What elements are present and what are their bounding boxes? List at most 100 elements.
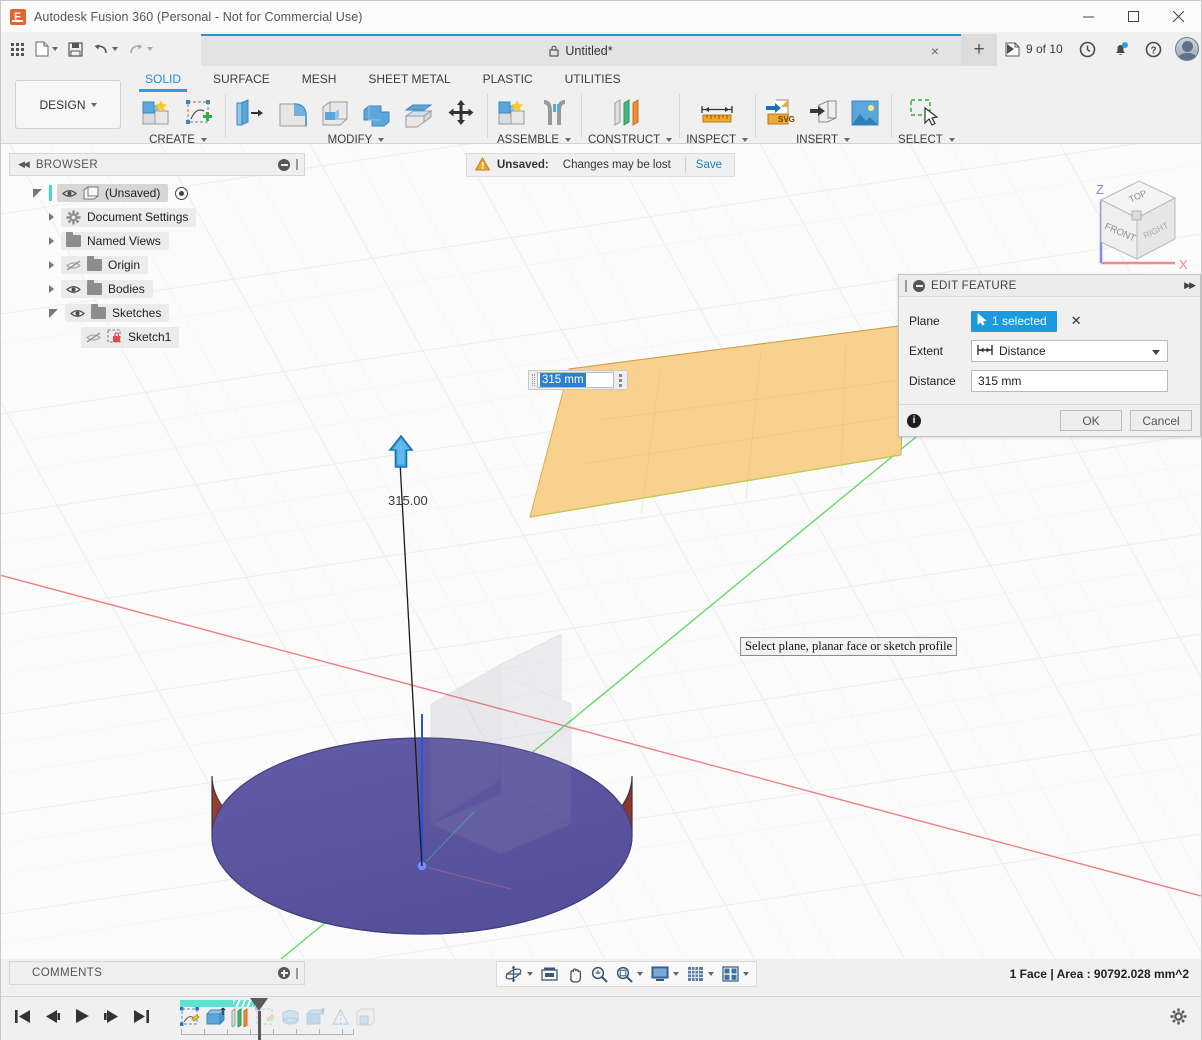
ribbon-tab-mesh[interactable]: MESH [286,68,353,91]
timeline-sketch-icon[interactable] [179,1007,201,1028]
visibility-eye-off-icon[interactable] [86,332,101,343]
display-settings-icon[interactable] [648,962,682,986]
expand-right-icon[interactable]: ▶▶ [1184,280,1194,291]
expander-open-icon[interactable] [33,189,42,198]
chevron-down-icon[interactable] [201,138,207,142]
circle-minus-icon[interactable] [913,280,925,292]
viewports-icon[interactable] [719,962,752,986]
visibility-eye-off-icon[interactable] [66,260,81,271]
fillet-icon[interactable] [274,94,312,132]
tree-item-document-settings[interactable]: Document Settings [9,205,305,229]
info-icon[interactable]: i [907,414,921,428]
tree-item-bodies[interactable]: Bodies [9,277,305,301]
chevron-down-icon[interactable] [666,138,672,142]
ribbon-tab-surface[interactable]: SURFACE [197,68,286,91]
timeline-plane-icon[interactable] [229,1007,251,1028]
go-to-end-icon[interactable] [133,1009,150,1029]
joint-icon[interactable] [536,94,574,132]
ok-button[interactable]: OK [1060,410,1122,431]
chevron-down-icon[interactable] [743,972,749,976]
measure-icon[interactable] [698,94,736,132]
tree-item-unsaved[interactable]: (Unsaved) [9,181,305,205]
document-tab-untitled[interactable]: Untitled* × [201,34,961,66]
expander-open-icon[interactable] [49,309,58,318]
document-tab-close-icon[interactable]: × [931,44,939,58]
orbit-icon[interactable] [501,962,536,986]
dialog-grip-icon[interactable] [905,280,907,292]
drag-arrow-up-icon[interactable] [387,435,415,471]
chevron-down-icon[interactable] [637,972,643,976]
view-cube[interactable]: Z X TOP FRONT RIGHT [1083,167,1195,273]
grid-snaps-icon[interactable] [684,962,717,986]
expander-closed-icon[interactable] [49,285,54,293]
timeline-shell-icon[interactable] [354,1007,376,1028]
visibility-eye-icon[interactable] [70,308,85,319]
go-to-beginning-icon[interactable] [14,1009,31,1029]
clear-selection-icon[interactable]: ✕ [1071,313,1082,329]
ribbon-tab-plastic[interactable]: PLASTIC [467,68,549,91]
circle-minus-icon[interactable] [278,159,290,171]
collapse-left-icon[interactable]: ◀◀ [18,159,28,170]
zoom-icon[interactable] [588,962,611,986]
ribbon-tab-sheet-metal[interactable]: SHEET METAL [352,68,466,91]
chevron-down-icon[interactable] [673,972,679,976]
expander-closed-icon[interactable] [49,261,54,269]
timeline-settings-gear-icon[interactable] [1170,1008,1187,1030]
chevron-down-icon[interactable] [1152,350,1160,355]
step-forward-icon[interactable] [103,1009,120,1029]
new-component-icon[interactable] [494,94,532,132]
distance-input[interactable]: 315 mm [971,370,1168,392]
plane-selection-chip[interactable]: 1 selected [971,311,1057,332]
ribbon-tab-utilities[interactable]: UTILITIES [549,68,637,91]
visibility-eye-icon[interactable] [66,284,81,295]
insert-image-icon[interactable] [846,94,884,132]
timeline-track[interactable] [175,998,365,1040]
fit-icon[interactable] [613,962,646,986]
help-button[interactable]: ? [1138,32,1169,66]
timeline-playhead-marker[interactable] [250,998,268,1040]
pan-icon[interactable] [563,962,586,986]
panel-grip-icon[interactable] [296,968,298,979]
chevron-down-icon[interactable] [527,972,533,976]
tree-item-sketches[interactable]: Sketches [9,301,305,325]
timeline-extrude-icon[interactable] [204,1007,226,1028]
recent-button[interactable] [1072,32,1103,66]
insert-svg-icon[interactable]: SVG [762,94,800,132]
extent-select[interactable]: Distance [971,340,1168,362]
chevron-down-icon[interactable] [742,138,748,142]
user-avatar[interactable] [1175,37,1199,61]
ribbon-tab-solid[interactable]: SOLID [129,68,197,91]
offset-plane-icon[interactable] [611,94,649,132]
dialog-header[interactable]: EDIT FEATURE ▶▶ [899,275,1200,297]
tree-item-origin[interactable]: Origin [9,253,305,277]
chevron-down-icon[interactable] [378,138,384,142]
minimize-button[interactable] [1066,1,1111,32]
look-at-icon[interactable] [538,962,561,986]
workspace-switcher-button[interactable]: DESIGN [15,80,121,129]
timeline-mirror-icon[interactable] [329,1007,351,1028]
shell-icon[interactable] [316,94,354,132]
app-grid-icon[interactable] [11,43,24,56]
notifications-button[interactable] [1105,32,1136,66]
inline-distance-field[interactable]: 315 mm [528,370,628,390]
play-icon[interactable] [74,1008,90,1029]
circle-plus-icon[interactable] [278,967,290,979]
offset-face-icon[interactable] [400,94,438,132]
create-extrude-icon[interactable] [138,94,176,132]
timeline-extrude2-icon[interactable] [304,1007,326,1028]
tree-item-sketch1[interactable]: Sketch1 [9,325,305,349]
job-status-button[interactable]: 9 of 10 [997,32,1070,66]
undo-icon[interactable] [88,32,123,66]
new-document-icon[interactable] [30,32,63,66]
step-back-icon[interactable] [44,1009,61,1029]
save-link[interactable]: Save [696,159,722,171]
new-tab-button[interactable]: + [961,34,997,66]
chevron-down-icon[interactable] [565,138,571,142]
insert-mesh-icon[interactable] [804,94,842,132]
timeline-revolve-icon[interactable] [279,1007,301,1028]
panel-grip-icon[interactable] [296,159,298,170]
visibility-eye-icon[interactable] [62,188,77,199]
more-options-icon[interactable] [619,374,622,387]
chevron-down-icon[interactable] [949,138,955,142]
expander-closed-icon[interactable] [49,237,54,245]
